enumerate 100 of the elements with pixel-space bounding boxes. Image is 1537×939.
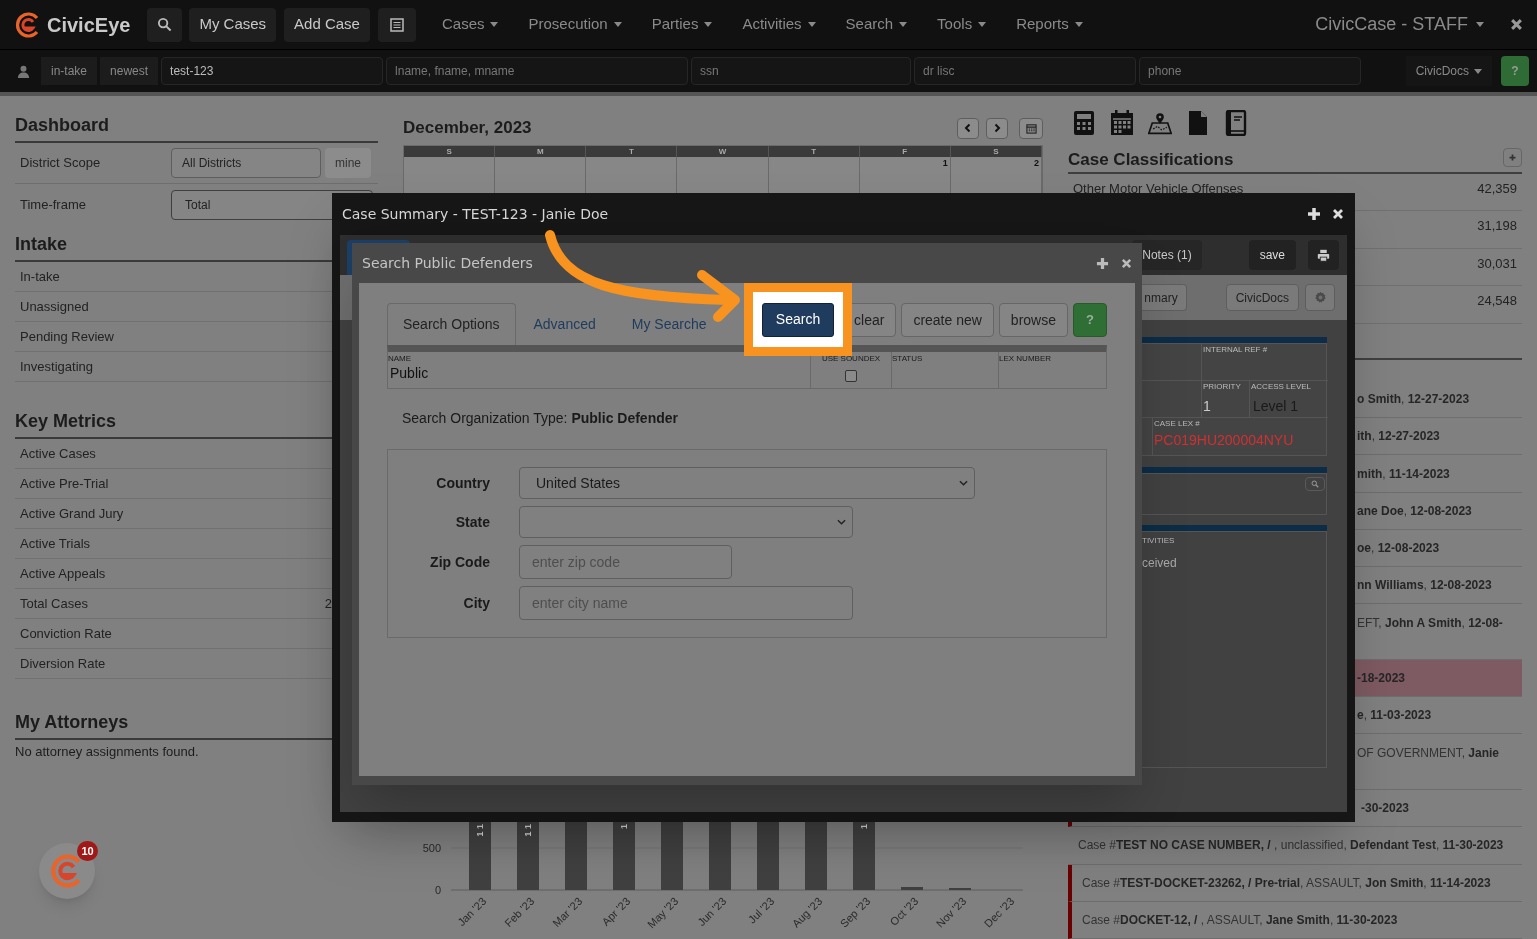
month-label: Jun '23 [695, 894, 729, 929]
save-button[interactable]: save [1248, 240, 1296, 270]
nav-menu[interactable]: Reports [1016, 13, 1083, 36]
weekday-label: F [859, 146, 951, 157]
action-button[interactable]: browse [998, 303, 1068, 337]
metric-label: Active Pre-Trial [20, 474, 109, 493]
chevron-left-icon [963, 123, 973, 133]
action-button[interactable]: create new [901, 303, 994, 337]
metric-label: Active Grand Jury [20, 504, 124, 523]
caret-icon [613, 22, 622, 27]
case-entry: Case #DOCKET-12, / , ASSAULT, Jane Smith, 11-30-2023 [1082, 911, 1398, 929]
notification-badge: 10 [77, 841, 98, 861]
month-label: Oct '23 [887, 894, 921, 928]
calendar-icon [1025, 122, 1037, 134]
search-field[interactable]: dr lisc [914, 57, 1137, 85]
chart-bar [901, 887, 923, 890]
metric-label: Investigating [20, 357, 93, 376]
case-entry: e, 11-03-2023 [1357, 707, 1432, 725]
search-field[interactable]: test-123 [161, 57, 384, 85]
nav-button[interactable]: My Cases [189, 7, 277, 42]
mine-button[interactable]: mine [325, 148, 371, 178]
file-icon[interactable] [1186, 110, 1210, 136]
chevron-down-icon [837, 519, 846, 525]
tick-label: 500 [422, 842, 441, 854]
nav-menu[interactable]: Activities [742, 13, 816, 36]
calendar-day-cell[interactable] [677, 157, 769, 196]
metric-label: Pending Review [20, 327, 114, 346]
logo-icon[interactable] [15, 11, 41, 38]
metric-label: Unassigned [20, 297, 89, 316]
nav-button[interactable]: Add Case [284, 7, 370, 42]
section-heading: Dashboard [15, 112, 378, 143]
list-button[interactable] [377, 7, 416, 42]
add-button[interactable] [1503, 148, 1522, 167]
calendar-title: December, 2023 [403, 117, 532, 140]
case-entry: -18-2023 [1357, 670, 1406, 688]
nav-menu[interactable]: Tools [937, 13, 987, 36]
calendar-button[interactable] [1019, 117, 1043, 139]
month-label: Jan '23 [455, 894, 489, 929]
search-field[interactable]: phone [1139, 57, 1362, 85]
nav-menu[interactable]: Search [845, 13, 908, 36]
select-field[interactable] [519, 506, 853, 538]
previous-button[interactable] [957, 117, 979, 139]
search-field[interactable]: lname, fname, mname [386, 57, 689, 85]
field-label: District Scope [20, 154, 102, 173]
calendar-day-cell[interactable] [495, 157, 587, 196]
month-label: Jul '23 [745, 894, 777, 926]
checkbox[interactable] [845, 370, 857, 382]
brand-name[interactable]: CivicEye [47, 9, 131, 40]
empty-message: No attorney assignments found. [15, 743, 200, 761]
search-icon [1311, 480, 1319, 488]
calendar-icon[interactable] [1110, 110, 1134, 136]
next-button[interactable] [986, 117, 1008, 139]
toolbar-button[interactable]: nmary [1141, 284, 1187, 311]
month-label: Mar '23 [550, 894, 585, 930]
caret-icon [704, 22, 713, 27]
date-number: 2 [1034, 157, 1039, 170]
case-entry: nn Williams, 12-08-2023 [1357, 577, 1492, 595]
tab[interactable]: My Searche [613, 303, 725, 345]
search-field[interactable]: ssn [691, 57, 912, 85]
search-button[interactable] [147, 7, 183, 42]
caret-icon [1074, 22, 1083, 27]
case-row[interactable]: Case #TEST-DOCKET-23262, / Pre-trial, ASSAULT, Jon Smith, 11-14-2023 [1068, 864, 1522, 902]
column-label: USE SOUNDEX [821, 353, 881, 364]
tab[interactable]: Advanced [515, 303, 614, 345]
nav-menu[interactable]: Prosecution [528, 13, 622, 36]
search-button[interactable]: Search [761, 302, 835, 337]
calendar-day-cell[interactable] [586, 157, 678, 196]
case-entry: EFT, John A Smith, 12-08- [1357, 615, 1503, 633]
account-menu[interactable]: CivicCase - STAFF [1315, 11, 1484, 38]
filter-button[interactable]: newest [100, 57, 159, 85]
nav-menu[interactable]: Parties [651, 13, 713, 36]
case-row[interactable]: Case #DOCKET-12, / , ASSAULT, Jane Smith, 11-30-2023 [1068, 901, 1522, 939]
column-label: NAME [388, 353, 413, 364]
weekday-label: T [768, 146, 860, 157]
close-icon[interactable] [1510, 18, 1523, 31]
toolbar-button[interactable]: CivicDocs [1225, 284, 1299, 311]
district-select[interactable]: All Districts [171, 148, 321, 178]
select-field[interactable]: United States [519, 467, 975, 499]
weekday-label: T [586, 146, 678, 157]
case-entry: ane Doe, 12-08-2023 [1357, 502, 1472, 520]
help-button[interactable]: ? [1073, 303, 1107, 337]
calculator-icon[interactable] [1072, 110, 1096, 136]
weekday-label: M [495, 146, 587, 157]
month-label: May '23 [644, 894, 681, 931]
list-icon [389, 17, 404, 32]
calendar-day-cell[interactable] [404, 157, 496, 196]
chevron-down-icon [959, 480, 968, 486]
classification-count: 24,548 [1477, 292, 1517, 311]
case-row[interactable]: Case #TEST NO CASE NUMBER, / , unclassified, Defendant Test, 11-30-2023 [1068, 827, 1522, 865]
docs-menu[interactable]: CivicDocs [1405, 56, 1492, 86]
print-button[interactable] [1308, 240, 1339, 270]
nav-menu[interactable]: Cases [441, 13, 499, 36]
field-label: State [454, 512, 490, 532]
tab[interactable]: Search Options [387, 303, 516, 345]
case-entry: Case #TEST NO CASE NUMBER, / , unclassified, Defendant Test, 11-30-2023 [1078, 837, 1504, 855]
case-lex-value: PC019HU200004NYU [1154, 431, 1295, 450]
expand-icon[interactable] [1307, 207, 1321, 221]
map-pin-icon[interactable] [1148, 110, 1172, 136]
filter-button[interactable]: in-take [41, 57, 98, 85]
book-icon[interactable] [1224, 110, 1248, 136]
